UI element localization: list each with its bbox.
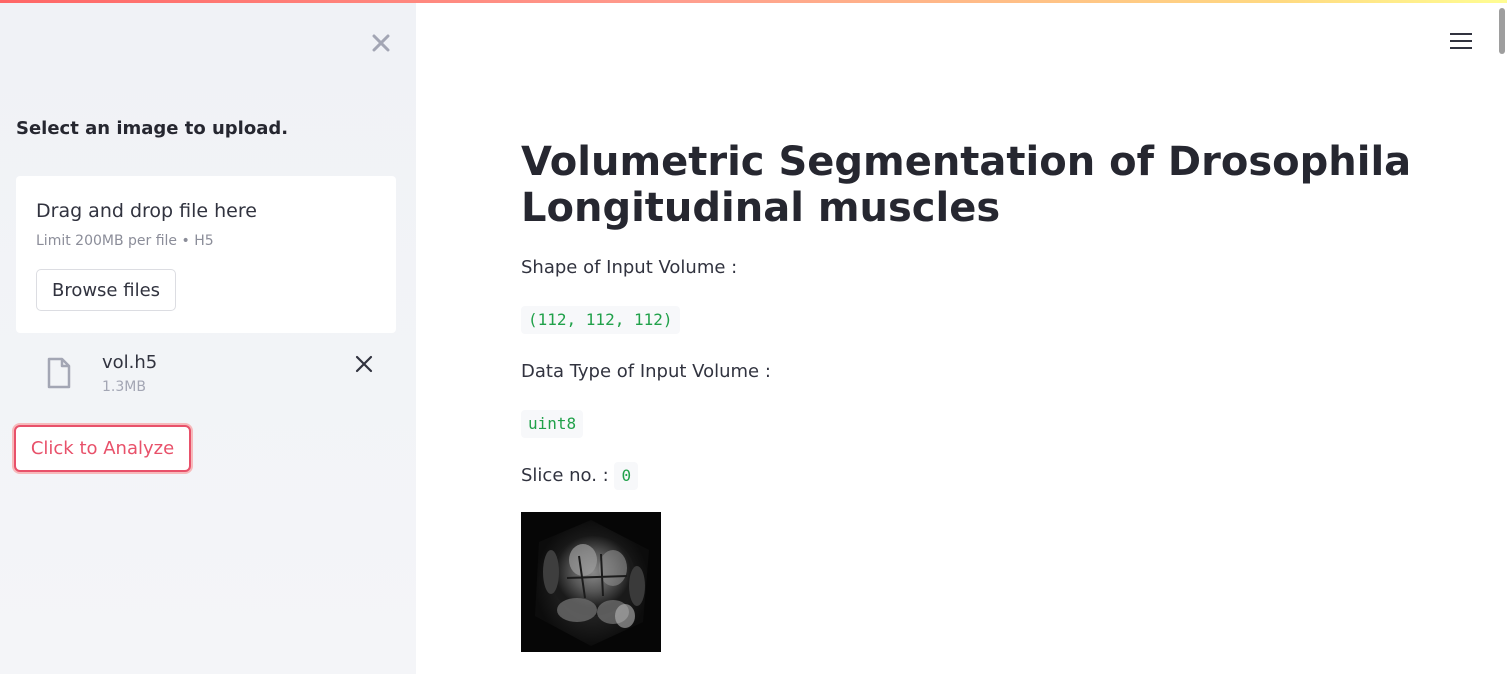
uploaded-file-item: vol.h5 1.3MB <box>16 343 396 403</box>
sidebar-title: Select an image to upload. <box>16 118 289 139</box>
scrollbar-thumb[interactable] <box>1499 8 1505 54</box>
page-title: Volumetric Segmentation of Drosophila Lo… <box>521 139 1412 231</box>
hamburger-menu-icon[interactable] <box>1450 33 1472 53</box>
analyze-button[interactable]: Click to Analyze <box>14 425 191 472</box>
slice-row: Slice no. : 0 <box>521 462 639 490</box>
dropzone-instructions: Drag and drop file here <box>36 200 257 222</box>
dropzone-limit-text: Limit 200MB per file • H5 <box>36 233 214 249</box>
file-icon <box>46 357 72 389</box>
slice-value: 0 <box>614 462 639 490</box>
sidebar: Select an image to upload. Drag and drop… <box>0 3 416 674</box>
browse-files-button[interactable]: Browse files <box>36 269 176 311</box>
scrollbar[interactable] <box>1496 3 1507 674</box>
file-size: 1.3MB <box>102 379 146 395</box>
dtype-label: Data Type of Input Volume : <box>521 361 771 382</box>
slice-label: Slice no. : <box>521 465 609 486</box>
shape-value: (112, 112, 112) <box>521 306 680 334</box>
file-dropzone[interactable]: Drag and drop file here Limit 200MB per … <box>16 176 396 333</box>
dtype-value: uint8 <box>521 410 584 438</box>
file-name: vol.h5 <box>102 352 158 373</box>
close-sidebar-icon[interactable] <box>369 31 393 55</box>
volume-slice-image <box>521 512 661 652</box>
delete-file-icon[interactable] <box>351 351 377 377</box>
shape-label: Shape of Input Volume : <box>521 257 738 278</box>
main-content: Volumetric Segmentation of Drosophila Lo… <box>416 3 1507 674</box>
